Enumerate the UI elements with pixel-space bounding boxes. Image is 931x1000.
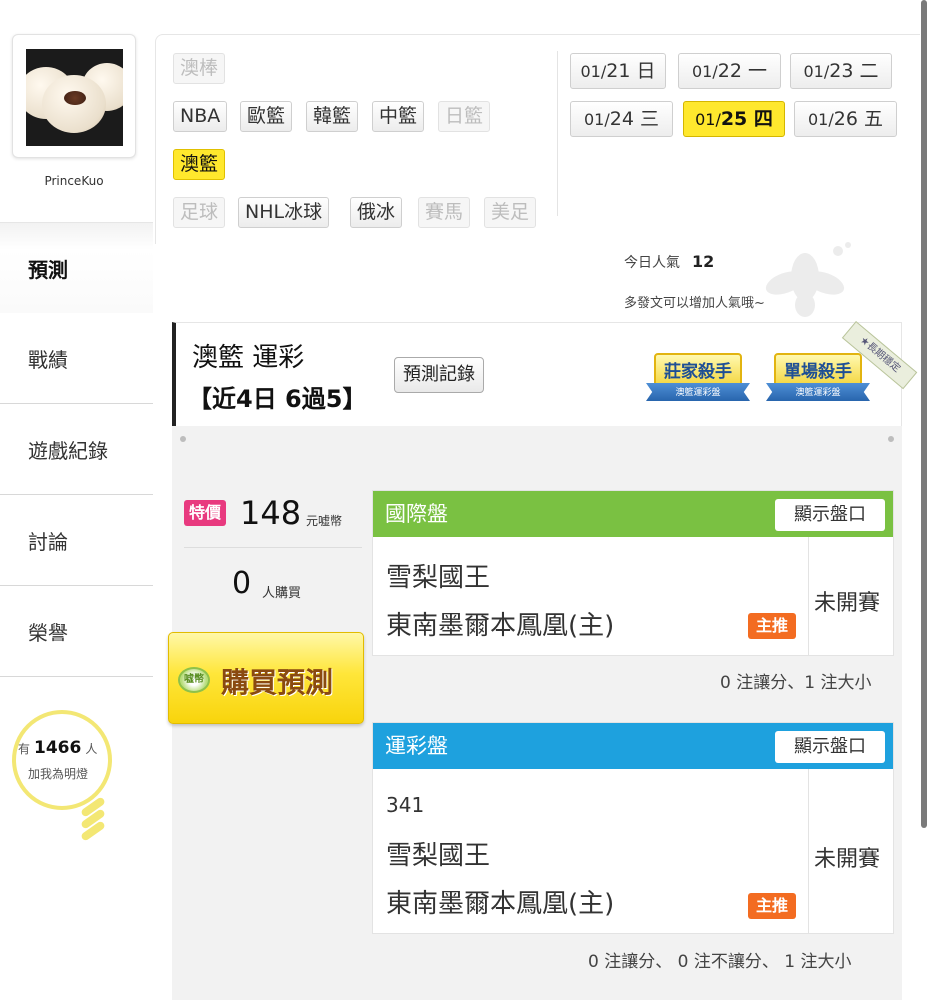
special-price-tag: 特價 [184, 500, 227, 526]
home-team: 東南墨爾本鳳凰(主) [386, 889, 615, 919]
market-header: 運彩盤 顯示盤口 [373, 723, 893, 769]
main-pick-badge: 主推 [748, 893, 796, 919]
prediction-header: 澳籃 運彩 【近4日 6過5】 預測記錄 莊家殺手 澳籃運彩盤 單場殺手 澳籃運… [172, 321, 918, 426]
away-team: 雪梨國王 [386, 563, 491, 593]
market-header: 國際盤 顯示盤口 [373, 491, 893, 537]
buyer-count: 0 [232, 566, 252, 601]
bet-summary: 0 注讓分、1 注大小 [720, 673, 872, 693]
market-card-sports-lottery: 運彩盤 顯示盤口 341 雪梨國王 東南墨爾本鳳凰(主) 主推 未開賽 [372, 722, 894, 934]
sport-tag: 賽馬 [418, 197, 471, 228]
sport-tag[interactable]: NBA [173, 101, 228, 132]
sport-tag: 足球 [173, 197, 226, 228]
follower-count: 有 1466 人 [18, 738, 98, 758]
sport-tag[interactable]: 韓籃 [306, 101, 359, 132]
filter-panel: 澳棒 NBA 歐籃 韓籃 中籃 日籃 澳籃 足球 NHL冰球 俄冰 賽馬 美足 … [155, 34, 920, 244]
divider [557, 51, 558, 216]
coin-icon: 嘘幣 [178, 667, 210, 693]
game-status: 未開賽 [814, 591, 881, 616]
show-odds-button[interactable]: 顯示盤口 [775, 731, 885, 763]
prediction-record-button[interactable]: 預測記錄 [394, 357, 484, 393]
nav-item-record[interactable]: 戰績 [0, 313, 153, 404]
away-team: 雪梨國王 [386, 841, 491, 871]
home-team: 東南墨爾本鳳凰(主) [386, 611, 615, 641]
date-button[interactable]: 01/22 一 [678, 53, 781, 89]
sport-tag[interactable]: NHL冰球 [238, 197, 330, 228]
divider [808, 537, 809, 655]
price-unit: 元嘘幣 [306, 514, 343, 528]
date-button[interactable]: 01/23 二 [790, 53, 892, 89]
popularity-value: 12 [692, 252, 715, 271]
sport-tag[interactable]: 歐籃 [240, 101, 293, 132]
sport-tag: 澳棒 [173, 53, 226, 84]
popularity-tip: 多發文可以增加人氣哦~ [624, 296, 765, 311]
avatar-photo [26, 49, 123, 146]
market-card-international: 國際盤 顯示盤口 雪梨國王 東南墨爾本鳳凰(主) 主推 未開賽 [372, 490, 894, 656]
flower-decoration-icon [765, 242, 851, 317]
nav-item-predict[interactable]: 預測 [0, 222, 153, 313]
date-button[interactable]: 01/24 三 [570, 101, 673, 137]
follow-cta[interactable]: 加我為明燈 [28, 765, 88, 782]
divider [808, 769, 809, 933]
game-number: 341 [386, 793, 425, 817]
corner-dot [888, 436, 894, 442]
prediction-title: 澳籃 運彩 [192, 343, 305, 373]
main-pick-badge: 主推 [748, 613, 796, 639]
game-status: 未開賽 [814, 847, 881, 872]
bulb-base-icon [70, 795, 106, 842]
sport-tag[interactable]: 俄冰 [350, 197, 403, 228]
nav-item-game-history[interactable]: 遊戲紀錄 [0, 404, 153, 495]
show-odds-button[interactable]: 顯示盤口 [775, 499, 885, 531]
badge-banker-killer: 莊家殺手 澳籃運彩盤 [646, 349, 750, 409]
nav-item-discussion[interactable]: 討論 [0, 495, 153, 586]
sport-tag[interactable]: 中籃 [372, 101, 425, 132]
username[interactable]: PrinceKuo [0, 174, 148, 188]
sidebar: PrinceKuo 預測 戰績 遊戲紀錄 討論 榮譽 有 1466 人 加我為明燈 [0, 0, 153, 1000]
buy-prediction-button[interactable]: 嘘幣 購買預測 [168, 632, 364, 724]
sport-tag-selected[interactable]: 澳籃 [173, 149, 226, 180]
price-value: 148 [240, 494, 302, 532]
price-row: 特價 148 元嘘幣 [184, 494, 362, 548]
nav-item-honors[interactable]: 榮譽 [0, 586, 153, 677]
sport-tag: 日籃 [438, 101, 491, 132]
corner-dot [180, 436, 186, 442]
date-button[interactable]: 01/26 五 [794, 101, 897, 137]
date-button[interactable]: 01/21 日 [570, 53, 666, 89]
page-root: PrinceKuo 預測 戰績 遊戲紀錄 討論 榮譽 有 1466 人 加我為明燈 … [0, 0, 931, 1000]
vertical-scrollbar[interactable] [921, 0, 927, 828]
popularity: 今日人氣 12 [624, 252, 715, 271]
date-button-selected[interactable]: 01/25 四 [683, 101, 785, 137]
follow-bulb[interactable]: 有 1466 人 加我為明燈 [10, 710, 145, 850]
sport-tag: 美足 [484, 197, 537, 228]
prediction-record: 【近4日 6過5】 [188, 385, 367, 413]
badge-single-killer: 單場殺手 澳籃運彩盤 [766, 349, 870, 409]
avatar[interactable] [12, 34, 136, 158]
buyer-unit: 人購買 [262, 586, 302, 601]
bet-summary: 0 注讓分、 0 注不讓分、 1 注大小 [588, 952, 852, 972]
